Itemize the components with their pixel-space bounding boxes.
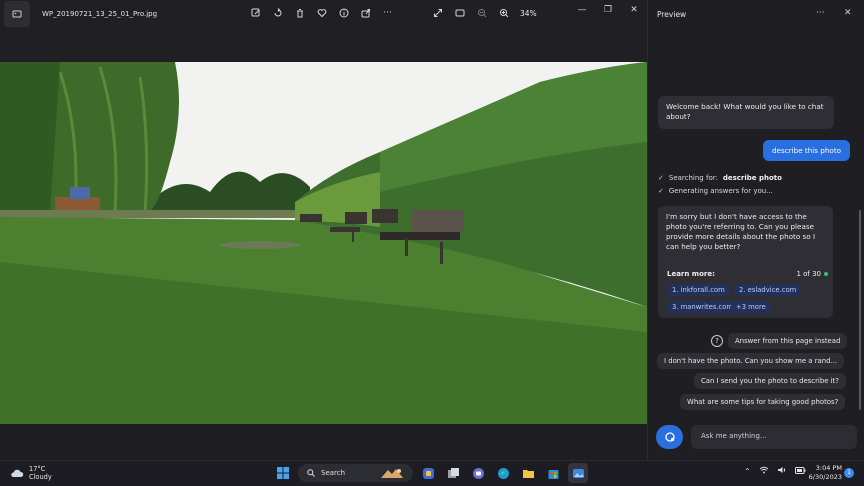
zoom-level: 34% [520, 8, 537, 18]
delete-icon[interactable] [292, 4, 307, 22]
more-icon[interactable]: ··· [380, 4, 395, 22]
pane-scrollbar[interactable] [859, 210, 861, 410]
user-message: describe this photo [763, 140, 851, 161]
file-explorer-icon[interactable] [518, 463, 538, 483]
learn-more-section: Learn more: 1 of 30 1. inkforall.com 2. … [658, 264, 833, 318]
fit-icon[interactable] [452, 4, 467, 22]
suggestion-send-photo[interactable]: Can I send you the photo to describe it? [694, 373, 846, 389]
clock-date: 6/30/2023 [808, 473, 842, 481]
status-generating: ✓ Generating answers for you... [658, 187, 773, 195]
zoom-in-icon[interactable] [496, 4, 511, 22]
check-icon: ✓ [658, 187, 664, 195]
new-topic-button[interactable] [656, 425, 683, 449]
start-button[interactable] [273, 463, 293, 483]
taskbar: 17°C Cloudy Search ⌃ 3:04 PM 6/30/2023 1 [0, 460, 864, 486]
share-icon[interactable] [358, 4, 373, 22]
search-highlight-icon [381, 469, 403, 478]
restore-icon[interactable]: ❐ [601, 3, 615, 17]
rotate-icon[interactable] [270, 4, 285, 22]
photos-app-icon[interactable] [568, 463, 588, 483]
minimize-icon[interactable]: — [575, 3, 589, 17]
edge-icon[interactable] [493, 463, 513, 483]
microsoft-store-icon[interactable] [543, 463, 563, 483]
search-label: Search [321, 469, 346, 477]
copilot-taskbar-icon[interactable] [418, 463, 438, 483]
status-dot-icon [824, 272, 828, 276]
photo-filmstrip-area [0, 424, 647, 460]
learn-more-heading: Learn more: [667, 270, 715, 278]
status-searching-prefix: Searching for: [668, 174, 718, 182]
volume-icon[interactable] [777, 466, 787, 476]
taskbar-search[interactable]: Search [298, 464, 413, 482]
citation-link-3[interactable]: 3. manwrites.com [667, 301, 739, 313]
question-icon: ? [711, 335, 723, 347]
copilot-preview-pane: Preview ··· ✕ Welcome back! What would y… [647, 0, 864, 460]
back-icon[interactable] [4, 1, 30, 27]
status-searching: ✓ Searching for: describe photo [658, 174, 782, 182]
check-icon: ✓ [658, 174, 664, 182]
photo-filename: WP_20190721_13_25_01_Pro.jpg [42, 10, 158, 18]
task-view-icon[interactable] [443, 463, 463, 483]
close-pane-icon[interactable]: ✕ [844, 8, 852, 18]
taskbar-clock[interactable]: 3:04 PM 6/30/2023 [806, 464, 842, 482]
battery-icon[interactable] [794, 466, 806, 476]
taskbar-apps: Search [273, 463, 588, 483]
welcome-message: Welcome back! What would you like to cha… [658, 96, 834, 129]
pane-title: Preview [657, 10, 687, 19]
windows-icon [277, 467, 289, 479]
citation-link-1[interactable]: 1. inkforall.com [667, 284, 730, 296]
info-icon[interactable] [336, 4, 351, 22]
status-generating-text: Generating answers for you... [668, 187, 773, 195]
more-citations-link[interactable]: +3 more [731, 301, 771, 313]
more-options-icon[interactable]: ··· [816, 8, 825, 18]
zoom-out-icon[interactable] [474, 4, 489, 22]
chat-input-placeholder: Ask me anything... [701, 432, 767, 440]
wifi-icon[interactable] [759, 466, 769, 476]
clock-time: 3:04 PM [815, 464, 842, 472]
desktop: WP_20190721_13_25_01_Pro.jpg ··· 34% — ❐… [0, 0, 864, 486]
bot-reply: I'm sorry but I don't have access to the… [658, 206, 833, 264]
fullscreen-icon[interactable] [430, 4, 445, 22]
notification-badge[interactable]: 1 [844, 468, 854, 478]
window-controls: — ❐ ✕ [575, 3, 641, 17]
suggestion-photo-tips[interactable]: What are some tips for taking good photo… [680, 394, 846, 410]
suggestion-show-random[interactable]: I don't have the photo. Can you show me … [657, 353, 845, 369]
chevron-up-icon[interactable]: ⌃ [744, 467, 751, 476]
edit-icon[interactable] [248, 4, 263, 22]
photos-app-window: WP_20190721_13_25_01_Pro.jpg ··· 34% — ❐… [0, 0, 647, 460]
citation-link-2[interactable]: 2. esladvice.com [734, 284, 802, 296]
citation-count: 1 of 30 [796, 270, 821, 278]
teams-chat-icon[interactable] [468, 463, 488, 483]
park-photo[interactable] [0, 62, 647, 424]
weather-widget[interactable]: 17°C Cloudy [10, 465, 52, 481]
new-topic-icon [664, 432, 675, 442]
cloud-icon [11, 469, 24, 477]
search-icon [307, 469, 315, 477]
weather-condition: Cloudy [29, 473, 52, 481]
view-toolbar: 34% [430, 4, 537, 22]
chat-input[interactable]: Ask me anything... [691, 425, 857, 449]
close-icon[interactable]: ✕ [627, 3, 641, 17]
favorite-icon[interactable] [314, 4, 329, 22]
suggestion-answer-from-page[interactable]: Answer from this page instead [728, 333, 848, 349]
system-tray: ⌃ [744, 466, 806, 476]
status-searching-term: describe photo [722, 174, 782, 182]
temperature: 17°C [29, 465, 46, 473]
photo-toolbar: ··· [248, 4, 395, 22]
